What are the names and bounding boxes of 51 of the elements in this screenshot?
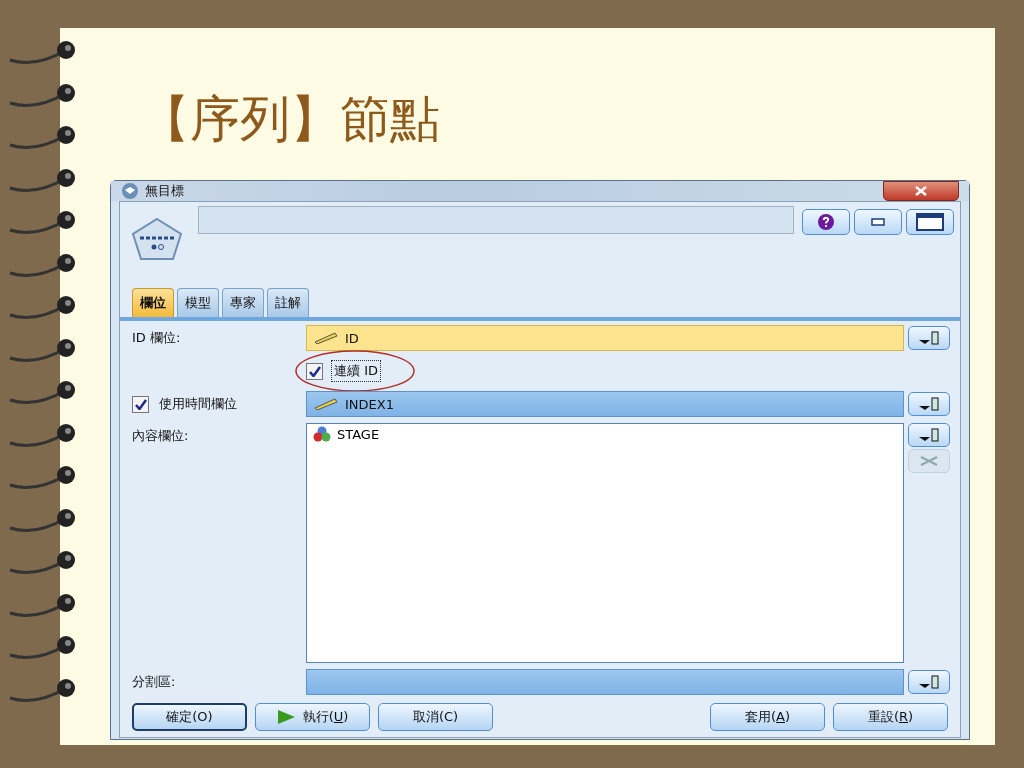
field-value: ID xyxy=(345,330,359,346)
maximize-button[interactable] xyxy=(906,209,954,235)
sequence-node-icon xyxy=(130,216,184,262)
partition-field[interactable] xyxy=(306,669,904,695)
field-picker-icon xyxy=(918,675,940,689)
dialog-button[interactable]: 重設(R) xyxy=(833,703,948,731)
field-picker-icon xyxy=(918,428,940,442)
tab[interactable]: 專家 xyxy=(222,288,264,317)
slide-title: 【序列】節點 xyxy=(140,89,441,150)
checkbox[interactable] xyxy=(132,395,149,413)
dialog-button[interactable]: 取消(C) xyxy=(378,703,493,731)
checkbox[interactable] xyxy=(306,362,323,380)
help-button[interactable] xyxy=(802,209,850,235)
ruler-icon xyxy=(313,398,339,410)
field-picker-icon xyxy=(918,397,940,411)
play-icon xyxy=(276,710,295,724)
field-picker-button[interactable] xyxy=(908,326,950,350)
dialog-button[interactable]: 確定(O) xyxy=(132,703,247,731)
maximize-icon xyxy=(916,213,944,231)
tab[interactable]: 模型 xyxy=(177,288,219,317)
field-picker-button[interactable] xyxy=(908,423,950,447)
remove-icon xyxy=(919,456,939,466)
id-field[interactable]: ID xyxy=(306,325,904,351)
checkmark-icon xyxy=(308,365,321,377)
checkbox-label: 使用時間欄位 xyxy=(159,395,237,413)
checkmark-icon xyxy=(134,398,147,410)
content-fields-list[interactable]: STAGE xyxy=(306,423,904,663)
checkbox-label: 連續 ID xyxy=(331,360,381,382)
dialog-button[interactable]: 套用(A) xyxy=(710,703,825,731)
field-picker-button[interactable] xyxy=(908,392,950,416)
window-title: 無目標 xyxy=(145,182,184,200)
list-item[interactable]: STAGE xyxy=(337,426,380,442)
nominal-icon xyxy=(313,426,331,442)
time-field[interactable]: INDEX1 xyxy=(306,391,904,417)
field-value: INDEX1 xyxy=(345,396,394,412)
close-button[interactable] xyxy=(883,181,959,201)
tab[interactable]: 欄位 xyxy=(132,288,174,317)
field-picker-icon xyxy=(918,331,940,345)
field-label: 內容欄位: xyxy=(132,427,190,445)
ruler-icon xyxy=(313,332,339,344)
minimize-button[interactable] xyxy=(854,209,902,235)
app-icon xyxy=(121,182,139,200)
node-name-field[interactable] xyxy=(198,206,794,234)
minimize-icon xyxy=(871,218,885,226)
field-label: 分割區: xyxy=(132,673,177,691)
tab[interactable]: 註解 xyxy=(267,288,309,317)
field-label: ID 欄位: xyxy=(132,329,182,347)
help-icon xyxy=(818,214,834,230)
close-icon xyxy=(915,186,927,196)
field-picker-button[interactable] xyxy=(908,670,950,694)
dialog-button[interactable]: 執行(U) xyxy=(255,703,370,731)
